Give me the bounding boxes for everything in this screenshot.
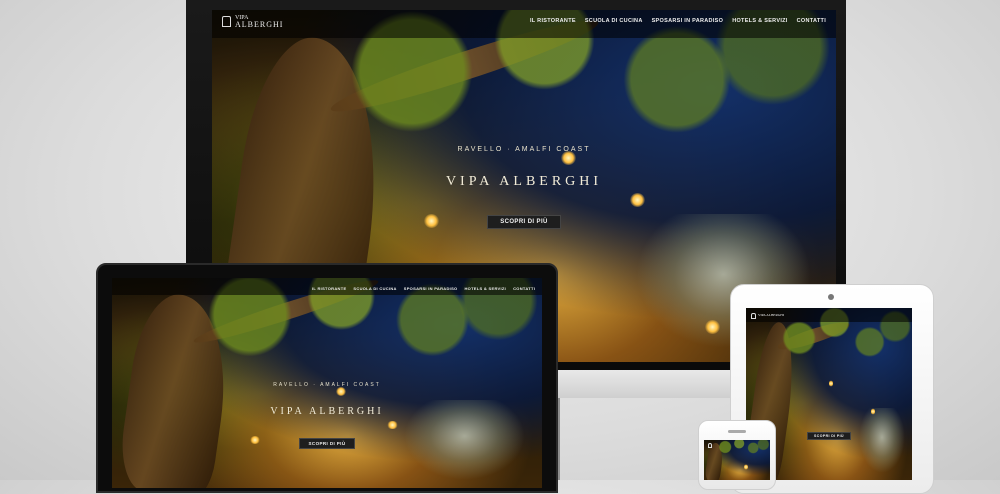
laptop-nav-item-hotels[interactable]: HOTELS & SERVIZI (464, 286, 506, 291)
tablet-logo-text: VIPA ALBERGHI (757, 313, 784, 318)
laptop-main-nav: IL RISTORANTE SCUOLA DI CUCINA SPOSARSI … (312, 286, 535, 291)
laptop-hero-tagline: RAVELLO · AMALFI COAST (273, 382, 381, 388)
laptop-nav-item-ristorante[interactable]: IL RISTORANTE (312, 286, 346, 291)
tablet-site-logo[interactable]: VIPA ALBERGHI (750, 313, 784, 320)
phone-screen (704, 440, 770, 480)
nav-item-ristorante[interactable]: IL RISTORANTE (530, 18, 576, 24)
laptop-nav-item-contatti[interactable]: CONTATTI (513, 286, 535, 291)
laptop-screen: IL RISTORANTE SCUOLA DI CUCINA SPOSARSI … (112, 278, 542, 488)
tablet-logo-emblem-icon (750, 313, 756, 320)
laptop-discover-more-button[interactable]: SCOPRI DI PIÙ (298, 438, 356, 449)
phone-speaker-icon (728, 430, 746, 433)
nav-item-contatti[interactable]: CONTATTI (797, 18, 826, 24)
main-nav: IL RISTORANTE SCUOLA DI CUCINA SPOSARSI … (530, 18, 826, 24)
phone-site-logo[interactable] (707, 443, 712, 449)
site-logo[interactable]: VIPA ALBERGHI (221, 15, 284, 29)
website-laptop: IL RISTORANTE SCUOLA DI CUCINA SPOSARSI … (112, 278, 542, 488)
tablet-discover-more-button[interactable]: SCOPRI DI PIÙ (807, 432, 851, 440)
nav-item-sposarsi[interactable]: SPOSARSI IN PARADISO (652, 18, 724, 24)
laptop-nav-item-sposarsi[interactable]: SPOSARSI IN PARADISO (404, 286, 458, 291)
logo-emblem-icon (221, 16, 231, 28)
laptop-hero-title: VIPA ALBERGHI (270, 406, 384, 417)
website-phone (704, 440, 770, 480)
discover-more-button[interactable]: SCOPRI DI PIÙ (487, 215, 561, 229)
phone-logo-emblem-icon (707, 443, 712, 449)
nav-item-scuola-di-cucina[interactable]: SCUOLA DI CUCINA (585, 18, 643, 24)
header-bar (212, 10, 836, 39)
hero-title: VIPA ALBERGHI (445, 174, 603, 189)
tablet-camera-icon (828, 294, 834, 300)
nav-item-hotels[interactable]: HOTELS & SERVIZI (732, 18, 787, 24)
laptop-nav-item-scuola-di-cucina[interactable]: SCUOLA DI CUCINA (353, 286, 396, 291)
hero-tagline: RAVELLO · AMALFI COAST (457, 146, 591, 153)
logo-line-2: ALBERGHI (234, 19, 284, 29)
